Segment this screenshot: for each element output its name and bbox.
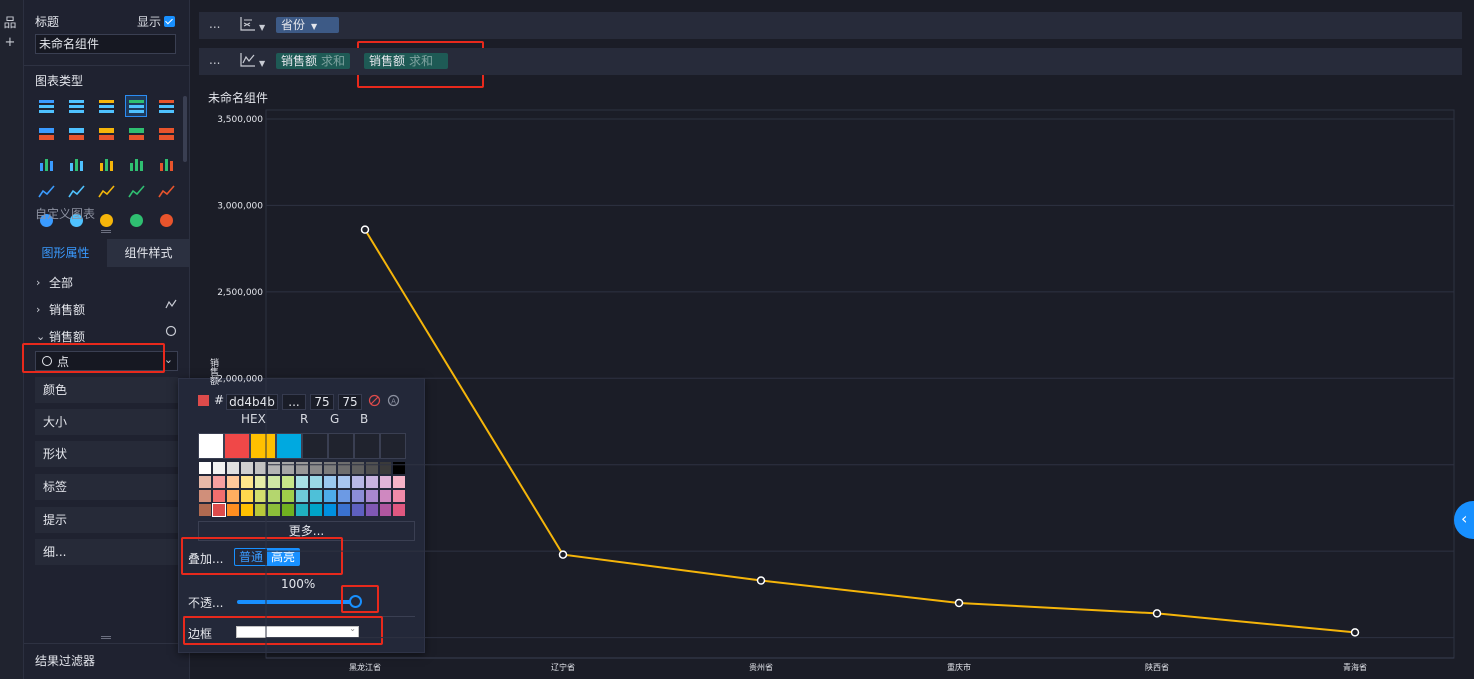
resize-grip[interactable] xyxy=(101,636,111,639)
x-tick-label: 辽宁省 xyxy=(551,662,575,672)
custom-chart-label[interactable]: 自定义图表 xyxy=(35,205,95,222)
chart-type-option[interactable] xyxy=(126,125,146,145)
measure-field-bar: ... ▼ 销售额 求和 销售额 求和 xyxy=(199,48,1462,75)
chart-type-scrollbar[interactable] xyxy=(183,96,187,162)
y-tick-label: 3,000,000 xyxy=(217,201,263,211)
result-filter-label: 结果过滤器 xyxy=(35,654,96,668)
x-tick-label: 贵州省 xyxy=(749,662,773,672)
measure-pill-sales-1[interactable]: 销售额 求和 xyxy=(276,53,351,69)
tree-item-sales-2[interactable]: ⌄ 销售额 xyxy=(36,328,85,345)
title-section-label: 标题 xyxy=(35,15,60,29)
divider xyxy=(24,643,190,644)
prop-shape[interactable]: 形状 xyxy=(35,441,178,467)
chart-type-option[interactable] xyxy=(66,153,86,173)
show-title-toggle[interactable]: 显示 xyxy=(137,13,176,30)
chart-type-option[interactable] xyxy=(96,125,116,145)
component-tree-icon[interactable]: 品 xyxy=(0,12,20,31)
chart-type-option[interactable] xyxy=(156,153,176,173)
chart-type-label: 图表类型 xyxy=(35,74,84,88)
tree-item-all[interactable]: › 全部 xyxy=(36,274,73,291)
y-axis-label: 销售额 xyxy=(208,357,219,386)
chart-type-option[interactable] xyxy=(126,182,146,202)
prop-size[interactable]: 大小 xyxy=(35,409,178,435)
chart-type-option[interactable] xyxy=(156,96,176,116)
plot-area xyxy=(265,109,1455,659)
chart-type-option[interactable] xyxy=(66,182,86,202)
caret-down-icon[interactable]: ▼ xyxy=(259,59,265,68)
resize-grip[interactable] xyxy=(101,230,111,233)
chart-type-option[interactable] xyxy=(126,210,146,230)
chart-type-option[interactable] xyxy=(36,96,56,116)
series-line xyxy=(364,229,1356,634)
chevron-right-icon: › xyxy=(36,276,41,289)
x-tick-label: 青海省 xyxy=(1343,662,1367,672)
prop-color[interactable]: 颜色 xyxy=(35,377,178,403)
tree-item-label: 销售额 xyxy=(49,330,86,344)
chart-type-option[interactable] xyxy=(36,125,56,145)
prop-detail[interactable]: 细... xyxy=(35,539,178,565)
line-chart: 3,500,000 3,000,000 2,500,000 2,000,000销售额黑… xyxy=(208,109,1455,672)
chart-type-option[interactable] xyxy=(156,125,176,145)
prop-tooltip[interactable]: 提示 xyxy=(35,507,178,533)
divider xyxy=(24,65,190,66)
chart-type-option[interactable] xyxy=(125,95,147,117)
chevron-down-icon: ⌄ xyxy=(163,353,173,366)
chart-type-option[interactable] xyxy=(96,210,116,230)
chart-type-option[interactable] xyxy=(66,125,86,145)
tree-item-label: 全部 xyxy=(49,276,74,290)
y-tick-label: 3,500,000 xyxy=(217,115,263,125)
tree-item-sales-1[interactable]: › 销售额 xyxy=(36,301,85,318)
chart-type-option[interactable] xyxy=(36,153,56,173)
filter-icon: ▼ xyxy=(311,22,318,31)
data-point xyxy=(756,576,766,585)
chevron-right-icon: › xyxy=(36,303,41,316)
data-point xyxy=(1350,628,1360,637)
caret-down-icon[interactable]: ▼ xyxy=(259,23,265,32)
property-tabs: 图形属性 组件样式 xyxy=(24,239,190,267)
y-tick-label: 2,500,000 xyxy=(217,288,263,298)
data-point xyxy=(1152,609,1162,618)
left-toolbar: 品 + xyxy=(0,0,24,679)
prop-label[interactable]: 标签 xyxy=(35,474,178,500)
show-label: 显示 xyxy=(137,15,162,29)
config-panel: 标题 显示 未命名组件 图表类型 自定义图表 图形属性 组件样式 › 全部 › … xyxy=(24,0,190,679)
y-tick-label: 2,000,000 xyxy=(217,374,263,384)
chart-title: 未命名组件 xyxy=(208,91,269,105)
title-input[interactable]: 未命名组件 xyxy=(35,34,176,54)
chart-type-option[interactable] xyxy=(156,210,176,230)
circle-icon xyxy=(165,325,177,340)
data-point xyxy=(558,550,568,559)
x-tick-label: 陕西省 xyxy=(1145,662,1169,672)
x-tick-label: 黑龙江省 xyxy=(349,662,381,672)
add-icon[interactable]: + xyxy=(0,35,20,50)
line-chart-icon xyxy=(165,298,177,313)
tree-item-label: 销售额 xyxy=(49,303,86,317)
chart-type-option[interactable] xyxy=(36,182,56,202)
show-checkbox[interactable] xyxy=(164,16,176,27)
tab-component-style[interactable]: 组件样式 xyxy=(107,239,190,267)
data-point xyxy=(954,598,964,608)
marker-type-select[interactable]: 点 ⌄ xyxy=(35,351,178,371)
chart-type-option[interactable] xyxy=(156,182,176,202)
chart-type-option[interactable] xyxy=(66,96,86,116)
chart-type-option[interactable] xyxy=(96,96,116,116)
more-icon[interactable]: ... xyxy=(209,53,220,67)
chart-type-option[interactable] xyxy=(96,153,116,173)
measure-axis-icon[interactable] xyxy=(240,52,256,71)
dimension-pill-province[interactable]: 省份 ▼ xyxy=(276,17,339,33)
measure-pill-sales-2[interactable]: 销售额 求和 xyxy=(364,53,448,69)
dimension-field-bar: ... ▼ 省份 ▼ xyxy=(199,12,1462,39)
chart-type-option[interactable] xyxy=(126,153,146,173)
x-tick-label: 重庆市 xyxy=(947,662,971,672)
more-icon[interactable]: ... xyxy=(209,17,220,31)
data-point xyxy=(360,225,370,234)
chart-type-option[interactable] xyxy=(96,182,116,202)
dimension-axis-icon[interactable] xyxy=(240,16,256,35)
chevron-down-icon: ⌄ xyxy=(36,330,46,343)
marker-type-value: 点 xyxy=(57,354,70,369)
tab-shape-properties[interactable]: 图形属性 xyxy=(24,239,107,267)
circle-marker-icon xyxy=(42,356,52,366)
